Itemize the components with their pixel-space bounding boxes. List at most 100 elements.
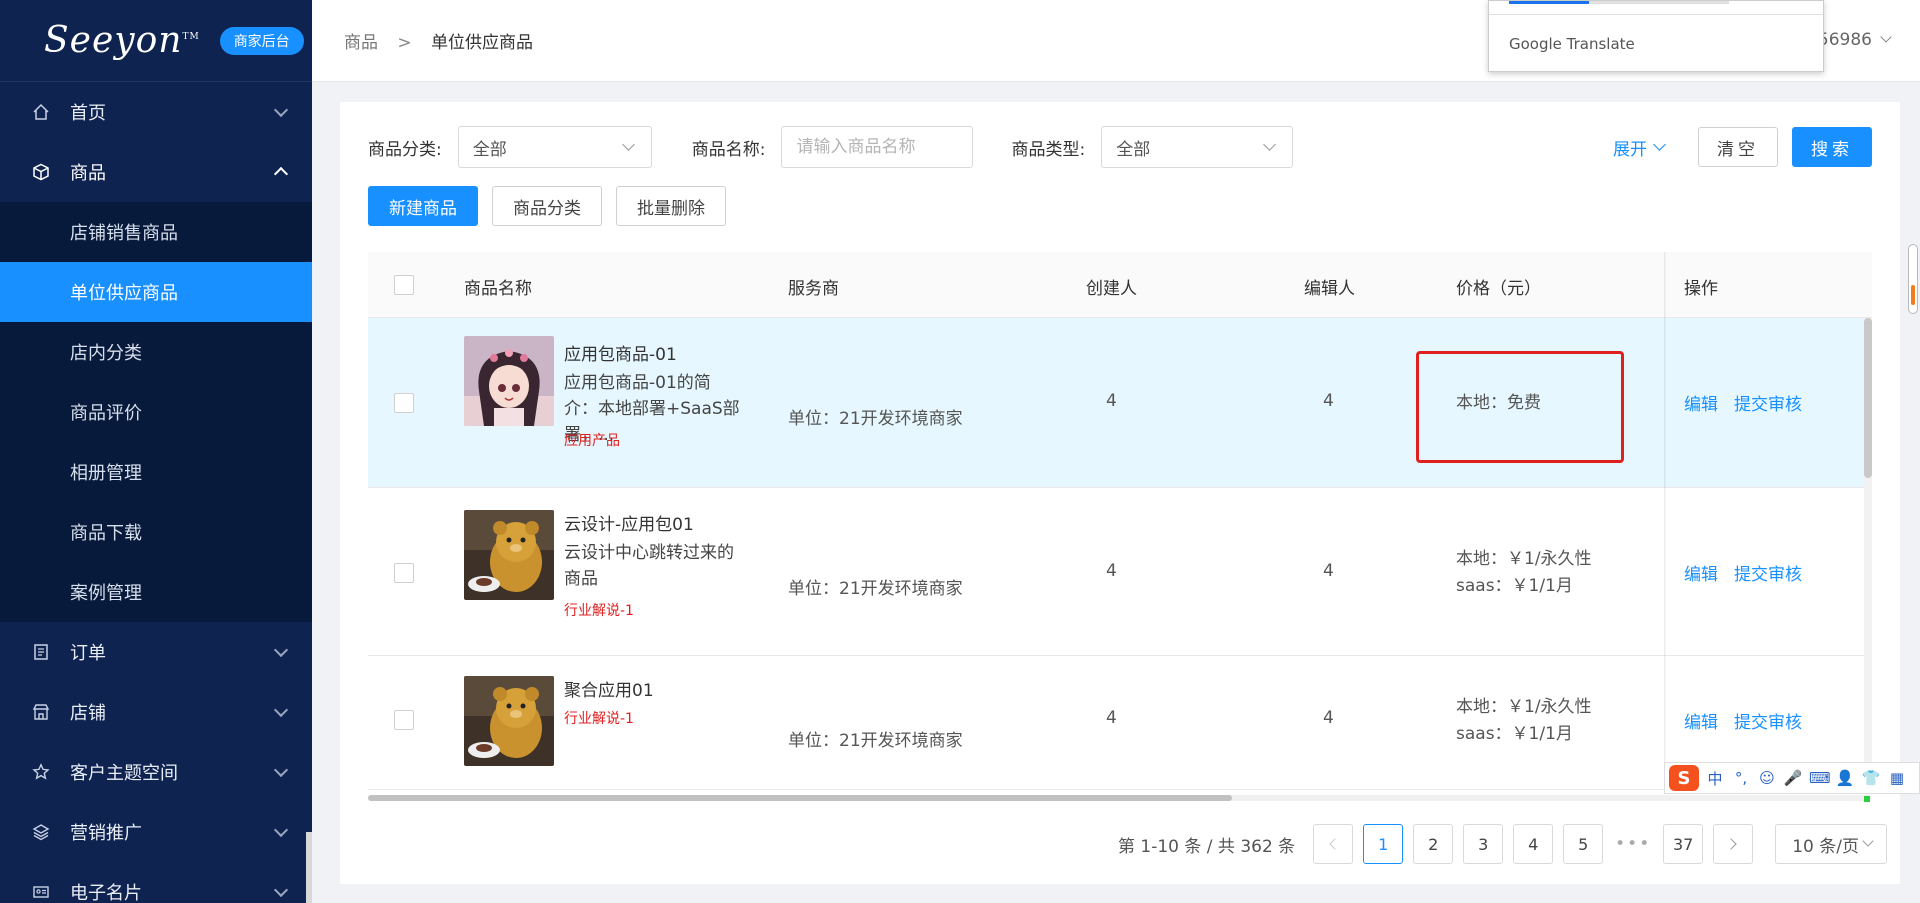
filter-bar: 商品分类: 全部 商品名称: 商品类型: 全部 展开 清空 搜索	[368, 126, 1872, 168]
page-5-button[interactable]: 5	[1563, 824, 1604, 864]
search-button[interactable]: 搜索	[1792, 127, 1872, 167]
nav-label: 订单	[70, 643, 106, 664]
chevron-up-icon	[273, 166, 289, 182]
nav-item-customer-space[interactable]: 客户主题空间	[0, 742, 312, 802]
store-icon	[30, 701, 52, 723]
submit-review-link[interactable]: 提交审核	[1734, 390, 1802, 415]
table-row: 聚合应用01 行业解说-1 单位：21开发环境商家 4 4 本地：￥1/永久性 …	[368, 656, 1872, 790]
emoji-icon[interactable]: ☺	[1757, 769, 1777, 787]
table-header: 商品名称 服务商 创建人 编辑人 价格（元） 操作	[368, 252, 1872, 318]
scrollbar-thumb[interactable]	[1864, 318, 1872, 478]
nav-item-orders[interactable]: 订单	[0, 622, 312, 682]
nav-item-goods[interactable]: 商品	[0, 142, 312, 202]
breadcrumb: 商品 > 单位供应商品	[344, 28, 533, 53]
sogou-logo-icon[interactable]: S	[1669, 765, 1699, 791]
edit-link[interactable]: 编辑	[1684, 390, 1718, 415]
product-name-link[interactable]: 云设计-应用包01	[564, 510, 694, 535]
prev-page-button[interactable]	[1313, 824, 1354, 864]
row-checkbox[interactable]	[394, 710, 414, 730]
page-1-button[interactable]: 1	[1363, 824, 1404, 864]
expand-link[interactable]: 展开	[1613, 135, 1666, 160]
submenu-unit-supply[interactable]: 单位供应商品	[0, 262, 312, 322]
category-select[interactable]: 全部	[457, 126, 652, 168]
product-name-input[interactable]	[781, 126, 974, 168]
submenu-download[interactable]: 商品下载	[0, 502, 312, 562]
star-icon	[30, 761, 52, 783]
chevron-down-icon	[1653, 138, 1666, 151]
ime-punctuation-icon[interactable]: °,	[1731, 769, 1751, 787]
user-icon[interactable]: 👤	[1835, 769, 1855, 787]
submit-review-link[interactable]: 提交审核	[1734, 560, 1802, 585]
product-category-button[interactable]: 商品分类	[492, 186, 602, 226]
logo-tm: TM	[182, 32, 200, 42]
page-2-button[interactable]: 2	[1413, 824, 1454, 864]
submenu-store-category[interactable]: 店内分类	[0, 322, 312, 382]
document-icon	[30, 641, 52, 663]
next-page-button[interactable]	[1713, 824, 1754, 864]
column-header-name: 商品名称	[464, 279, 532, 299]
nav-label: 首页	[70, 103, 106, 124]
new-product-button[interactable]: 新建商品	[368, 186, 478, 226]
chevron-down-icon	[273, 762, 289, 778]
nav-item-business-card[interactable]: 电子名片	[0, 862, 312, 903]
user-name: 56986	[1817, 30, 1872, 50]
table-horizontal-scrollbar[interactable]	[368, 795, 1872, 801]
sidebar-scrollbar[interactable]	[306, 832, 312, 903]
ime-chinese-mode[interactable]: 中	[1705, 768, 1725, 789]
table-vertical-scrollbar[interactable]	[1864, 318, 1872, 788]
toolbox-icon[interactable]: ▦	[1887, 769, 1907, 787]
submenu-reviews[interactable]: 商品评价	[0, 382, 312, 442]
breadcrumb-separator: >	[397, 33, 412, 53]
price-cell: 本地：￥1/永久性 saas：￥1/1月	[1456, 694, 1592, 748]
nav-item-store[interactable]: 店铺	[0, 682, 312, 742]
action-bar: 新建商品 商品分类 批量删除	[368, 186, 726, 226]
submit-review-link[interactable]: 提交审核	[1734, 708, 1802, 733]
page-4-button[interactable]: 4	[1513, 824, 1554, 864]
product-name-link[interactable]: 应用包商品-01	[564, 340, 677, 365]
select-all-checkbox[interactable]	[394, 275, 414, 295]
row-checkbox[interactable]	[394, 393, 414, 413]
nav-item-marketing[interactable]: 营销推广	[0, 802, 312, 862]
submenu-store-sales[interactable]: 店铺销售商品	[0, 202, 312, 262]
last-page-button[interactable]: 37	[1663, 824, 1704, 864]
column-header-actions: 操作	[1684, 279, 1718, 299]
pagination-total: 第 1-10 条 / 共 362 条	[1118, 836, 1296, 857]
table-row: 云设计-应用包01 云设计中心跳转过来的商品 行业解说-1 单位：21开发环境商…	[368, 488, 1872, 656]
product-name-link[interactable]: 聚合应用01	[564, 676, 654, 701]
page-ellipsis[interactable]: •••	[1613, 834, 1653, 854]
batch-delete-button[interactable]: 批量删除	[616, 186, 726, 226]
nav-item-home[interactable]: 首页	[0, 82, 312, 142]
edit-link[interactable]: 编辑	[1684, 560, 1718, 585]
keyboard-icon[interactable]: ⌨	[1809, 769, 1831, 787]
chevron-left-icon	[1329, 838, 1341, 850]
submenu-album[interactable]: 相册管理	[0, 442, 312, 502]
breadcrumb-goods[interactable]: 商品	[344, 33, 378, 53]
chevron-down-icon	[273, 822, 289, 838]
chevron-down-icon	[273, 102, 289, 118]
column-header-editor: 编辑人	[1304, 279, 1355, 299]
page-size-select[interactable]: 10 条/页	[1775, 824, 1888, 864]
clear-button[interactable]: 清空	[1698, 127, 1778, 167]
user-menu[interactable]: 56986	[1817, 30, 1892, 50]
editor-cell: 4	[1323, 561, 1334, 581]
page-3-button[interactable]: 3	[1463, 824, 1504, 864]
translate-tab-active[interactable]	[1509, 1, 1589, 4]
type-select[interactable]: 全部	[1101, 126, 1294, 168]
price-line: 本地：免费	[1456, 393, 1541, 413]
page-scrollbar[interactable]	[1908, 244, 1918, 314]
nav-label: 电子名片	[70, 883, 142, 903]
row-checkbox[interactable]	[394, 563, 414, 583]
logo-bar: SeeyonTM 商家后台	[0, 0, 312, 82]
chevron-down-icon	[1862, 835, 1874, 847]
scrollbar-thumb[interactable]	[368, 795, 1232, 801]
column-header-price: 价格（元）	[1456, 279, 1541, 299]
edit-link[interactable]: 编辑	[1684, 708, 1718, 733]
skin-icon[interactable]: 👕	[1861, 769, 1881, 787]
microphone-icon[interactable]: 🎤	[1783, 769, 1803, 787]
product-tag: 行业解说-1	[564, 603, 634, 619]
submenu-cases[interactable]: 案例管理	[0, 562, 312, 622]
price-line-local: 本地：￥1/永久性	[1456, 697, 1592, 717]
scrollbar-thumb[interactable]	[1911, 285, 1915, 305]
translate-tab-inactive[interactable]	[1589, 1, 1729, 4]
product-description: 云设计中心跳转过来的商品	[564, 543, 734, 589]
